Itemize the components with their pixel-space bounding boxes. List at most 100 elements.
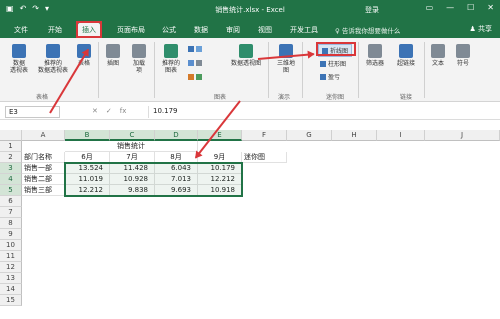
close-icon[interactable]: ✕	[487, 3, 494, 12]
cancel-icon[interactable]: ✕	[92, 107, 98, 115]
slicer-icon	[368, 44, 382, 58]
enter-icon[interactable]: ✓	[106, 107, 112, 115]
row-header[interactable]: 1	[0, 141, 22, 152]
symbols-button[interactable]: 符号	[453, 44, 473, 67]
header-cell[interactable]: 迷你图	[242, 152, 287, 163]
row-header[interactable]: 4	[0, 174, 22, 185]
addins-button[interactable]: 加载 项	[128, 44, 150, 74]
data-cell[interactable]: 9.838	[110, 185, 155, 196]
login-link[interactable]: 登录	[365, 5, 379, 15]
worksheet-grid[interactable]: A B C D E F G H I J 1 2 3 4 5 6 7 8 9 10…	[0, 130, 500, 319]
pivot-table-button[interactable]: 数据 透视表	[6, 44, 32, 74]
hyperlink-label: 超链接	[396, 60, 415, 67]
pie-chart-icon	[188, 74, 194, 80]
data-cell[interactable]: 10.918	[198, 185, 242, 196]
row-header[interactable]: 15	[0, 295, 22, 306]
pivot-table-icon	[12, 44, 26, 58]
sparkline-column-icon	[320, 60, 326, 67]
pivot-chart-button[interactable]: 数据透视图	[228, 44, 264, 67]
data-cell[interactable]: 9.693	[155, 185, 198, 196]
tab-view[interactable]: 视图	[254, 23, 276, 38]
tell-me-text: 告诉我你想要做什么	[341, 27, 401, 35]
data-cell[interactable]: 7.013	[155, 174, 198, 185]
line-chart-button[interactable]	[188, 60, 202, 66]
header-cell[interactable]: 9月	[198, 152, 242, 163]
column-header[interactable]: B	[65, 130, 110, 141]
sparklines-group-label: 迷你图	[326, 94, 345, 101]
row-header[interactable]: 12	[0, 262, 22, 273]
tab-data[interactable]: 数据	[190, 23, 212, 38]
pie-chart-button[interactable]	[188, 74, 202, 80]
data-cell[interactable]: 12.212	[65, 185, 110, 196]
data-cell[interactable]: 11.428	[110, 163, 155, 174]
column-header[interactable]: D	[155, 130, 198, 141]
tab-page-layout[interactable]: 页面布局	[113, 23, 149, 38]
sparkline-winloss-button[interactable]: 盈亏	[320, 72, 340, 81]
column-header[interactable]: J	[425, 130, 500, 141]
recommended-charts-button[interactable]: 推荐的 图表	[158, 44, 184, 74]
row-header[interactable]: 8	[0, 218, 22, 229]
sparkline-winloss-icon	[320, 73, 326, 80]
sparkline-column-button[interactable]: 柱形图	[320, 59, 346, 68]
minimize-icon[interactable]: —	[446, 3, 454, 12]
illustrations-button[interactable]: 插图	[102, 44, 124, 67]
recommended-charts-icon	[164, 44, 178, 58]
data-cell[interactable]: 6.043	[155, 163, 198, 174]
row-header[interactable]: 2	[0, 152, 22, 163]
column-header[interactable]: C	[110, 130, 155, 141]
row-header[interactable]: 3	[0, 163, 22, 174]
header-cell[interactable]: 7月	[110, 152, 155, 163]
annotation-box-sparkline	[316, 42, 356, 56]
row-header[interactable]: 6	[0, 196, 22, 207]
column-chart-button[interactable]	[188, 46, 202, 52]
row-header[interactable]: 14	[0, 284, 22, 295]
column-header[interactable]: F	[242, 130, 287, 141]
data-cell[interactable]: 11.019	[65, 174, 110, 185]
header-cell[interactable]: 部门名称	[22, 152, 65, 163]
text-button[interactable]: 文本	[428, 44, 448, 67]
row-header[interactable]: 10	[0, 240, 22, 251]
header-cell[interactable]: 6月	[65, 152, 110, 163]
ribbon-separator	[358, 42, 359, 98]
tab-developer[interactable]: 开发工具	[286, 23, 322, 38]
data-cell[interactable]: 销售一部	[22, 163, 65, 174]
fx-icon[interactable]: fx	[120, 107, 127, 115]
hyperlink-button[interactable]: 超链接	[392, 44, 420, 67]
ribbon-separator	[302, 42, 303, 98]
recommended-pivot-button[interactable]: 推荐的 数据透视表	[35, 44, 71, 74]
column-header[interactable]: I	[377, 130, 425, 141]
tab-home[interactable]: 开始	[44, 23, 66, 38]
column-header[interactable]: H	[332, 130, 377, 141]
omega-icon	[456, 44, 470, 58]
tab-formulas[interactable]: 公式	[158, 23, 180, 38]
data-cell[interactable]: 12.212	[198, 174, 242, 185]
column-header[interactable]: E	[198, 130, 242, 141]
row-header[interactable]: 7	[0, 207, 22, 218]
column-header[interactable]: G	[287, 130, 332, 141]
data-cell[interactable]: 销售二部	[22, 174, 65, 185]
column-header[interactable]: A	[22, 130, 65, 141]
data-cell[interactable]: 销售三部	[22, 185, 65, 196]
tab-file[interactable]: 文件	[10, 23, 32, 38]
data-cell[interactable]: 13.524	[65, 163, 110, 174]
row-header[interactable]: 11	[0, 251, 22, 262]
filter-button[interactable]: 筛选器	[362, 44, 388, 67]
maximize-icon[interactable]: ☐	[467, 3, 474, 12]
text-icon	[431, 44, 445, 58]
row-header[interactable]: 5	[0, 185, 22, 196]
data-cell[interactable]: 10.928	[110, 174, 155, 185]
3d-map-button[interactable]: 三维地 图	[274, 44, 298, 74]
tables-group-label: 表格	[36, 94, 49, 101]
tab-review[interactable]: 审阅	[222, 23, 244, 38]
data-cell[interactable]: 10.179	[198, 163, 242, 174]
formula-input[interactable]: 10.179	[148, 106, 493, 118]
share-button[interactable]: ♟ 共享	[469, 24, 492, 34]
row-header[interactable]: 9	[0, 229, 22, 240]
select-all-corner[interactable]	[0, 130, 22, 141]
ribbon-display-icon[interactable]: ▭	[426, 3, 434, 12]
header-cell[interactable]: 8月	[155, 152, 198, 163]
tours-group-label: 演示	[278, 94, 291, 101]
sheet-title-cell[interactable]: 销售统计	[65, 141, 198, 152]
tell-me-box[interactable]: ♀ 告诉我你想要做什么	[335, 25, 400, 35]
row-header[interactable]: 13	[0, 273, 22, 284]
